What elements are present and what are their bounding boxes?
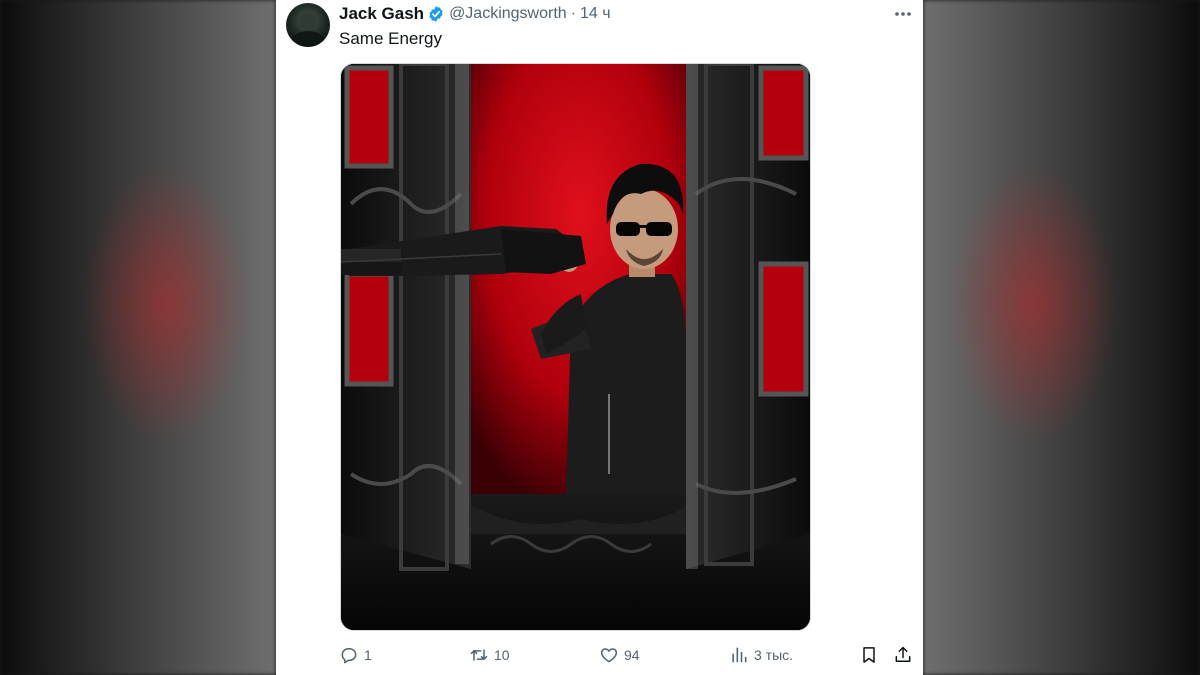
like-count: 94	[624, 647, 640, 663]
avatar[interactable]	[286, 3, 330, 47]
tweet-header: Jack Gash @Jackingsworth · 14 ч	[339, 4, 611, 24]
views-icon	[732, 647, 747, 663]
author-handle[interactable]: @Jackingsworth	[449, 5, 567, 23]
reply-icon	[341, 648, 357, 664]
action-bar: 1 10 94 3 тыс.	[276, 641, 923, 669]
tweet-card: Jack Gash @Jackingsworth · 14 ч Same Ene…	[276, 0, 923, 675]
timestamp[interactable]: 14 ч	[580, 5, 611, 23]
views-button[interactable]: 3 тыс.	[729, 641, 793, 669]
blurred-background-right	[923, 0, 1200, 675]
reply-button[interactable]: 1	[339, 641, 372, 669]
views-count: 3 тыс.	[754, 647, 794, 663]
more-icon[interactable]	[893, 6, 913, 22]
author-name[interactable]: Jack Gash	[339, 4, 424, 24]
bookmark-icon	[863, 647, 875, 663]
verified-badge-icon	[429, 6, 443, 22]
meme-illustration	[341, 64, 810, 630]
share-icon	[895, 646, 911, 662]
blurred-background-left	[0, 0, 276, 675]
separator-dot: ·	[570, 5, 577, 22]
reply-count: 1	[364, 647, 372, 663]
heart-icon	[600, 648, 618, 663]
like-button[interactable]: 94	[599, 641, 640, 669]
retweet-icon	[470, 649, 488, 661]
tweet-image[interactable]	[340, 63, 811, 631]
tweet-text: Same Energy	[339, 29, 442, 48]
bookmark-button[interactable]	[859, 641, 879, 669]
retweet-button[interactable]: 10	[469, 641, 510, 669]
retweet-count: 10	[494, 647, 510, 663]
share-button[interactable]	[893, 641, 913, 669]
